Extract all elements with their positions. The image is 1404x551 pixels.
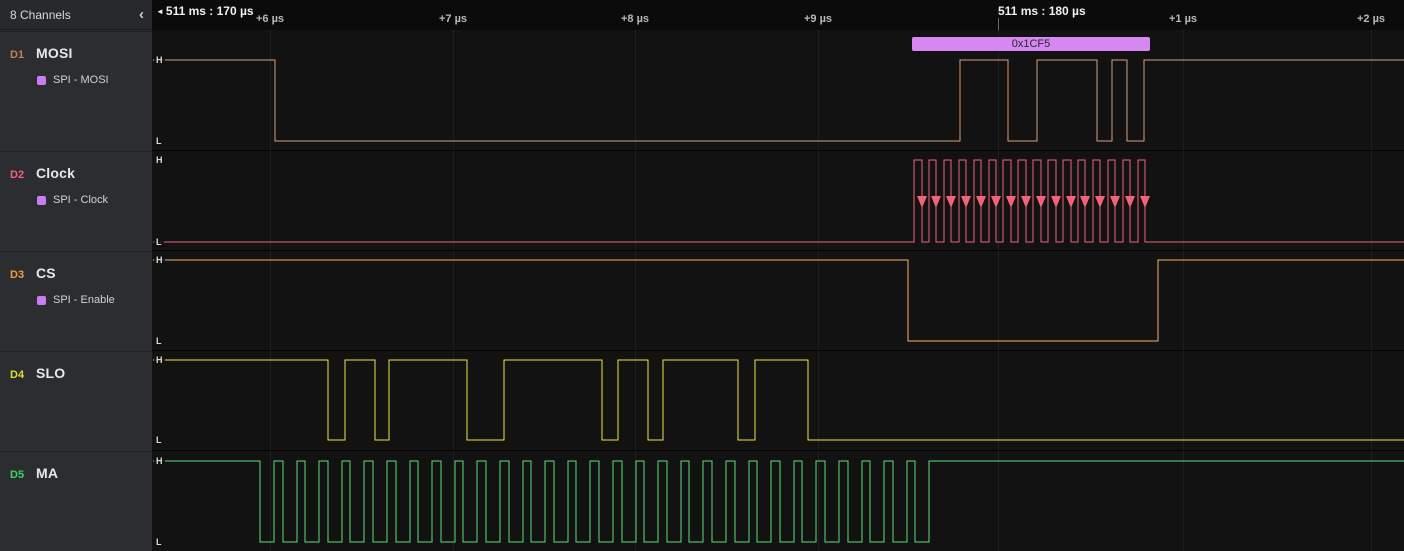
collapse-sidebar-icon[interactable]: ‹ [139,7,144,22]
channel-id-label: D3 [10,269,36,281]
falling-edge-marker-icon [917,196,927,208]
decode-bubble-label: 0x1CF5 [1012,38,1051,50]
channel-row-d2[interactable]: D2Clock SPI - Clock [0,151,152,250]
channel-name-label: CS [36,265,56,281]
falling-edge-marker-icon [1140,196,1150,208]
level-label-high: H [154,355,165,365]
timeline-tick-label: 511 ms : 180 µs [998,4,1086,18]
channel-row-d4[interactable]: D4SLO [0,351,152,450]
falling-edge-marker-icon [1006,196,1016,208]
level-label-high: H [154,55,165,65]
analyzer-name-label: SPI - Enable [53,294,115,306]
waveform-canvas [152,30,1404,551]
level-label-high: H [154,456,165,466]
falling-edge-marker-icon [1110,196,1120,208]
channel-row-d1[interactable]: D1MOSI SPI - MOSI [0,31,152,150]
trace-mosi [153,60,1404,141]
timeline-tick-label: +7 µs [439,13,467,25]
channels-sidebar: 8 Channels ‹ D1MOSI SPI - MOSI D2Clock SPI … [0,0,152,551]
channel-name-label: SLO [36,365,65,381]
trace-clock [153,160,1404,242]
channel-row-divider [152,450,1404,451]
falling-edge-marker-icon [961,196,971,208]
falling-edge-marker-icon [931,196,941,208]
channel-id-label: D2 [10,169,36,181]
level-label-low: L [154,537,164,547]
falling-edge-marker-icon [1125,196,1135,208]
channel-row-divider [152,150,1404,151]
trace-cs [153,260,1404,341]
falling-edge-marker-icon [946,196,956,208]
timeline-start-marker-icon: ◄ [156,7,164,16]
channel-analyzer[interactable]: SPI - Enable [0,294,152,306]
channel-row-divider [152,350,1404,351]
trace-slo [153,360,1404,440]
channel-analyzer[interactable]: SPI - Clock [0,194,152,206]
timeline-tick-label: +8 µs [621,13,649,25]
falling-edge-marker-icon [1051,196,1061,208]
falling-edge-marker-icon [1080,196,1090,208]
channel-name-label: MA [36,465,58,481]
level-label-low: L [154,435,164,445]
timeline-tick-label: +6 µs [256,13,284,25]
timeline-tick-mark [998,18,999,30]
logic-analyzer-app: ◄511 ms : 170 µs +6 µs +7 µs +8 µs +9 µs 511… [0,0,1404,551]
sidebar-header: 8 Channels ‹ [0,0,152,30]
timeline-tick-label: +2 µs [1357,13,1385,25]
timeline-tick-label: +1 µs [1169,13,1197,25]
falling-edge-marker-icon [1066,196,1076,208]
channel-id-label: D4 [10,369,36,381]
channel-id-label: D1 [10,49,36,61]
falling-edge-marker-icon [1095,196,1105,208]
falling-edge-marker-icon [991,196,1001,208]
channel-id-label: D5 [10,469,36,481]
trace-ma [153,461,1404,542]
level-label-low: L [154,237,164,247]
channel-row-divider [152,250,1404,251]
falling-edge-marker-icon [1036,196,1046,208]
channel-name-label: Clock [36,165,75,181]
timeline-ruler[interactable]: ◄511 ms : 170 µs +6 µs +7 µs +8 µs +9 µs 511… [152,0,1404,30]
analyzer-name-label: SPI - MOSI [53,74,109,86]
channel-name-label: MOSI [36,45,73,61]
level-label-high: H [154,155,165,165]
falling-edge-marker-icon [1021,196,1031,208]
analyzer-color-swatch-icon [37,196,46,205]
channel-row-d5[interactable]: D5MA [0,451,152,551]
analyzer-name-label: SPI - Clock [53,194,108,206]
waveform-area[interactable]: HL0x1CF5HLHLHLHL [152,30,1404,551]
level-label-low: L [154,336,164,346]
decode-bubble[interactable]: 0x1CF5 [912,37,1150,51]
channels-count-label: 8 Channels [10,8,71,22]
analyzer-color-swatch-icon [37,76,46,85]
timeline-start-label: ◄511 ms : 170 µs [156,4,254,18]
channel-analyzer[interactable]: SPI - MOSI [0,74,152,86]
channel-row-d3[interactable]: D3CS SPI - Enable [0,251,152,350]
level-label-high: H [154,255,165,265]
timeline-tick-label: +9 µs [804,13,832,25]
level-label-low: L [154,136,164,146]
falling-edge-marker-icon [976,196,986,208]
analyzer-color-swatch-icon [37,296,46,305]
